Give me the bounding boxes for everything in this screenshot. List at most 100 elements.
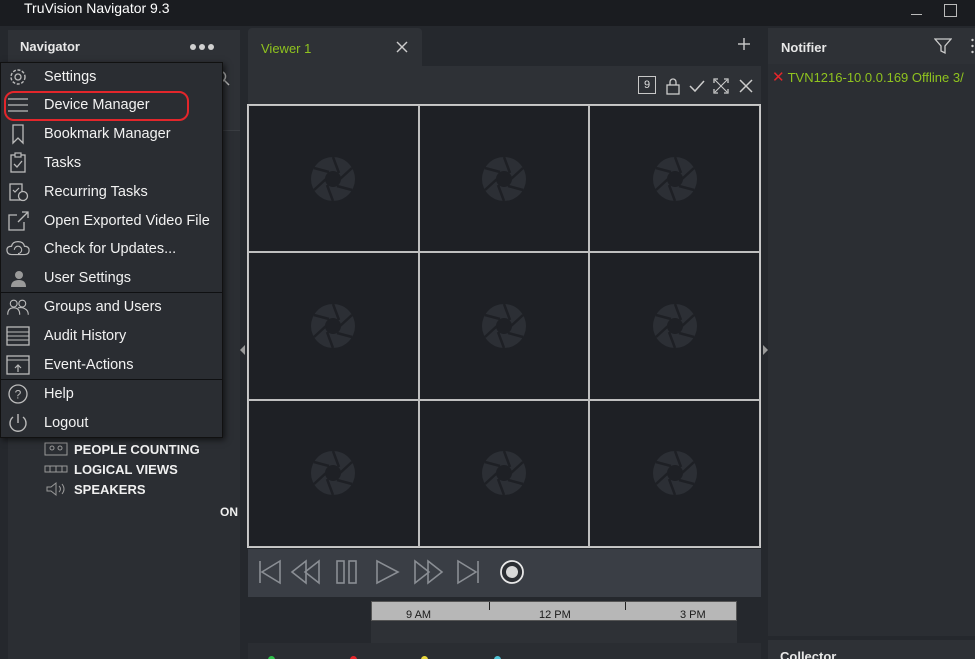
notifier-list — [768, 64, 975, 636]
tab-label: Viewer 1 — [261, 41, 312, 56]
lock-icon[interactable] — [664, 77, 682, 95]
menu-item-bookmark-manager[interactable]: Bookmark Manager — [1, 120, 222, 148]
video-cell[interactable] — [248, 252, 419, 400]
tab-viewer-1[interactable]: Viewer 1 — [248, 28, 422, 66]
menu-item-label: Logout — [44, 415, 89, 431]
video-cell[interactable] — [589, 252, 760, 400]
menu-item-label: Help — [44, 386, 74, 402]
menu-item-event-actions[interactable]: Event-Actions — [1, 351, 222, 379]
play-icon[interactable] — [372, 557, 402, 587]
notification-item[interactable]: ✕ TVN1216-10.0.0.169 Offline 3/ — [772, 68, 964, 86]
camera-aperture-icon — [652, 450, 697, 496]
camera-aperture-icon — [311, 450, 356, 496]
menu-item-label: Bookmark Manager — [44, 126, 171, 142]
notifier-panel: Notifier ✕ TVN1216-10.0.0.169 Offline 3/ — [768, 28, 975, 636]
navigator-menu: Settings Device Manager Bookmark Manager… — [0, 62, 223, 438]
minimize-button[interactable] — [908, 2, 926, 20]
camera-aperture-icon — [311, 156, 356, 202]
video-cell[interactable] — [589, 105, 760, 253]
menu-item-audit-history[interactable]: Audit History — [1, 322, 222, 350]
menu-item-help[interactable]: ? Help — [1, 380, 222, 408]
fast-forward-icon[interactable] — [414, 557, 444, 587]
more-vertical-icon[interactable] — [971, 38, 974, 54]
open-external-icon — [8, 211, 29, 231]
people-counting-icon — [44, 442, 68, 456]
viewer-toolbar: 9 — [248, 66, 761, 104]
close-icon[interactable] — [395, 40, 409, 54]
svg-text:?: ? — [15, 388, 22, 402]
camera-aperture-icon — [652, 303, 697, 349]
notifier-title: Notifier — [781, 40, 827, 55]
menu-item-check-updates[interactable]: Check for Updates... — [1, 235, 222, 263]
video-cell[interactable] — [418, 399, 590, 547]
event-legend — [248, 643, 761, 659]
close-icon[interactable] — [737, 77, 755, 95]
video-cell[interactable] — [589, 399, 760, 547]
menu-item-groups-users[interactable]: Groups and Users — [1, 293, 222, 321]
menu-item-label: Groups and Users — [44, 299, 162, 315]
navigator-header: Navigator — [8, 30, 240, 62]
timeline-label: 9 AM — [406, 609, 432, 621]
timeline-label: 3 PM — [680, 609, 706, 621]
rewind-icon[interactable] — [290, 557, 320, 587]
video-cell[interactable] — [248, 399, 419, 547]
menu-item-label: Open Exported Video File — [44, 213, 210, 229]
recurring-tasks-icon — [9, 183, 29, 202]
maximize-button[interactable] — [941, 2, 959, 20]
video-grid — [247, 104, 761, 548]
timeline-ruler[interactable]: 9 AM 12 PM 3 PM — [371, 601, 737, 621]
menu-item-label: Settings — [44, 69, 97, 85]
audit-table-icon — [6, 326, 30, 346]
video-cell[interactable] — [418, 252, 590, 400]
app-window: TruVision Navigator 9.3 Navigator ON PEO… — [0, 0, 975, 659]
camera-aperture-icon — [652, 156, 697, 202]
logical-views-icon — [44, 465, 68, 473]
skip-start-icon[interactable] — [254, 557, 284, 587]
pause-icon[interactable] — [332, 557, 362, 587]
title-bar: TruVision Navigator 9.3 — [0, 0, 975, 26]
power-icon — [9, 414, 27, 432]
menu-item-label: Recurring Tasks — [44, 184, 148, 200]
tree-item-speakers[interactable]: SPEAKERS — [44, 481, 146, 497]
menu-item-label: Check for Updates... — [44, 241, 177, 257]
clipboard-check-icon — [10, 152, 26, 173]
cloud-refresh-icon — [6, 241, 30, 256]
tree-item-label: SPEAKERS — [74, 481, 146, 497]
timeline-track[interactable] — [371, 621, 737, 643]
collapse-left-icon[interactable] — [240, 345, 245, 355]
more-options-icon[interactable] — [190, 44, 214, 50]
menu-item-user-settings[interactable]: User Settings — [1, 264, 222, 292]
camera-aperture-icon — [311, 303, 356, 349]
video-cell[interactable] — [248, 105, 419, 253]
camera-aperture-icon — [481, 450, 526, 496]
viewer-tab-bar: Viewer 1 — [248, 28, 760, 66]
event-actions-icon — [6, 355, 30, 375]
tree-item-logical-views[interactable]: LOGICAL VIEWS — [44, 461, 178, 477]
menu-item-label: Tasks — [44, 155, 82, 171]
add-tab-icon[interactable] — [736, 36, 752, 52]
record-icon[interactable] — [498, 557, 528, 587]
menu-item-tasks[interactable]: Tasks — [1, 149, 222, 177]
tree-item-partial: ON — [220, 505, 238, 519]
menu-item-settings[interactable]: Settings — [1, 63, 222, 91]
tree-item-people-counting[interactable]: PEOPLE COUNTING — [44, 441, 200, 457]
tree-item-label: PEOPLE COUNTING — [74, 441, 200, 457]
collector-title: Collector — [780, 649, 837, 659]
notification-text: TVN1216-10.0.0.169 Offline 3/ — [787, 69, 964, 85]
tree-item-label: LOGICAL VIEWS — [74, 461, 178, 477]
camera-aperture-icon — [481, 156, 526, 202]
skip-end-icon[interactable] — [454, 557, 484, 587]
navigator-title: Navigator — [20, 39, 80, 54]
menu-item-open-exported-video[interactable]: Open Exported Video File — [1, 207, 222, 235]
menu-item-recurring-tasks[interactable]: Recurring Tasks — [1, 178, 222, 206]
layout-grid-button[interactable]: 9 — [638, 76, 656, 94]
menu-item-logout[interactable]: Logout — [1, 409, 222, 437]
filter-icon[interactable] — [934, 37, 952, 55]
fullscreen-icon[interactable] — [712, 77, 730, 95]
speaker-icon — [46, 481, 65, 497]
highlight-annotation — [4, 91, 189, 121]
menu-item-label: User Settings — [44, 270, 132, 286]
video-cell[interactable] — [418, 105, 590, 253]
check-icon[interactable] — [688, 77, 706, 95]
bookmark-icon — [12, 124, 24, 145]
